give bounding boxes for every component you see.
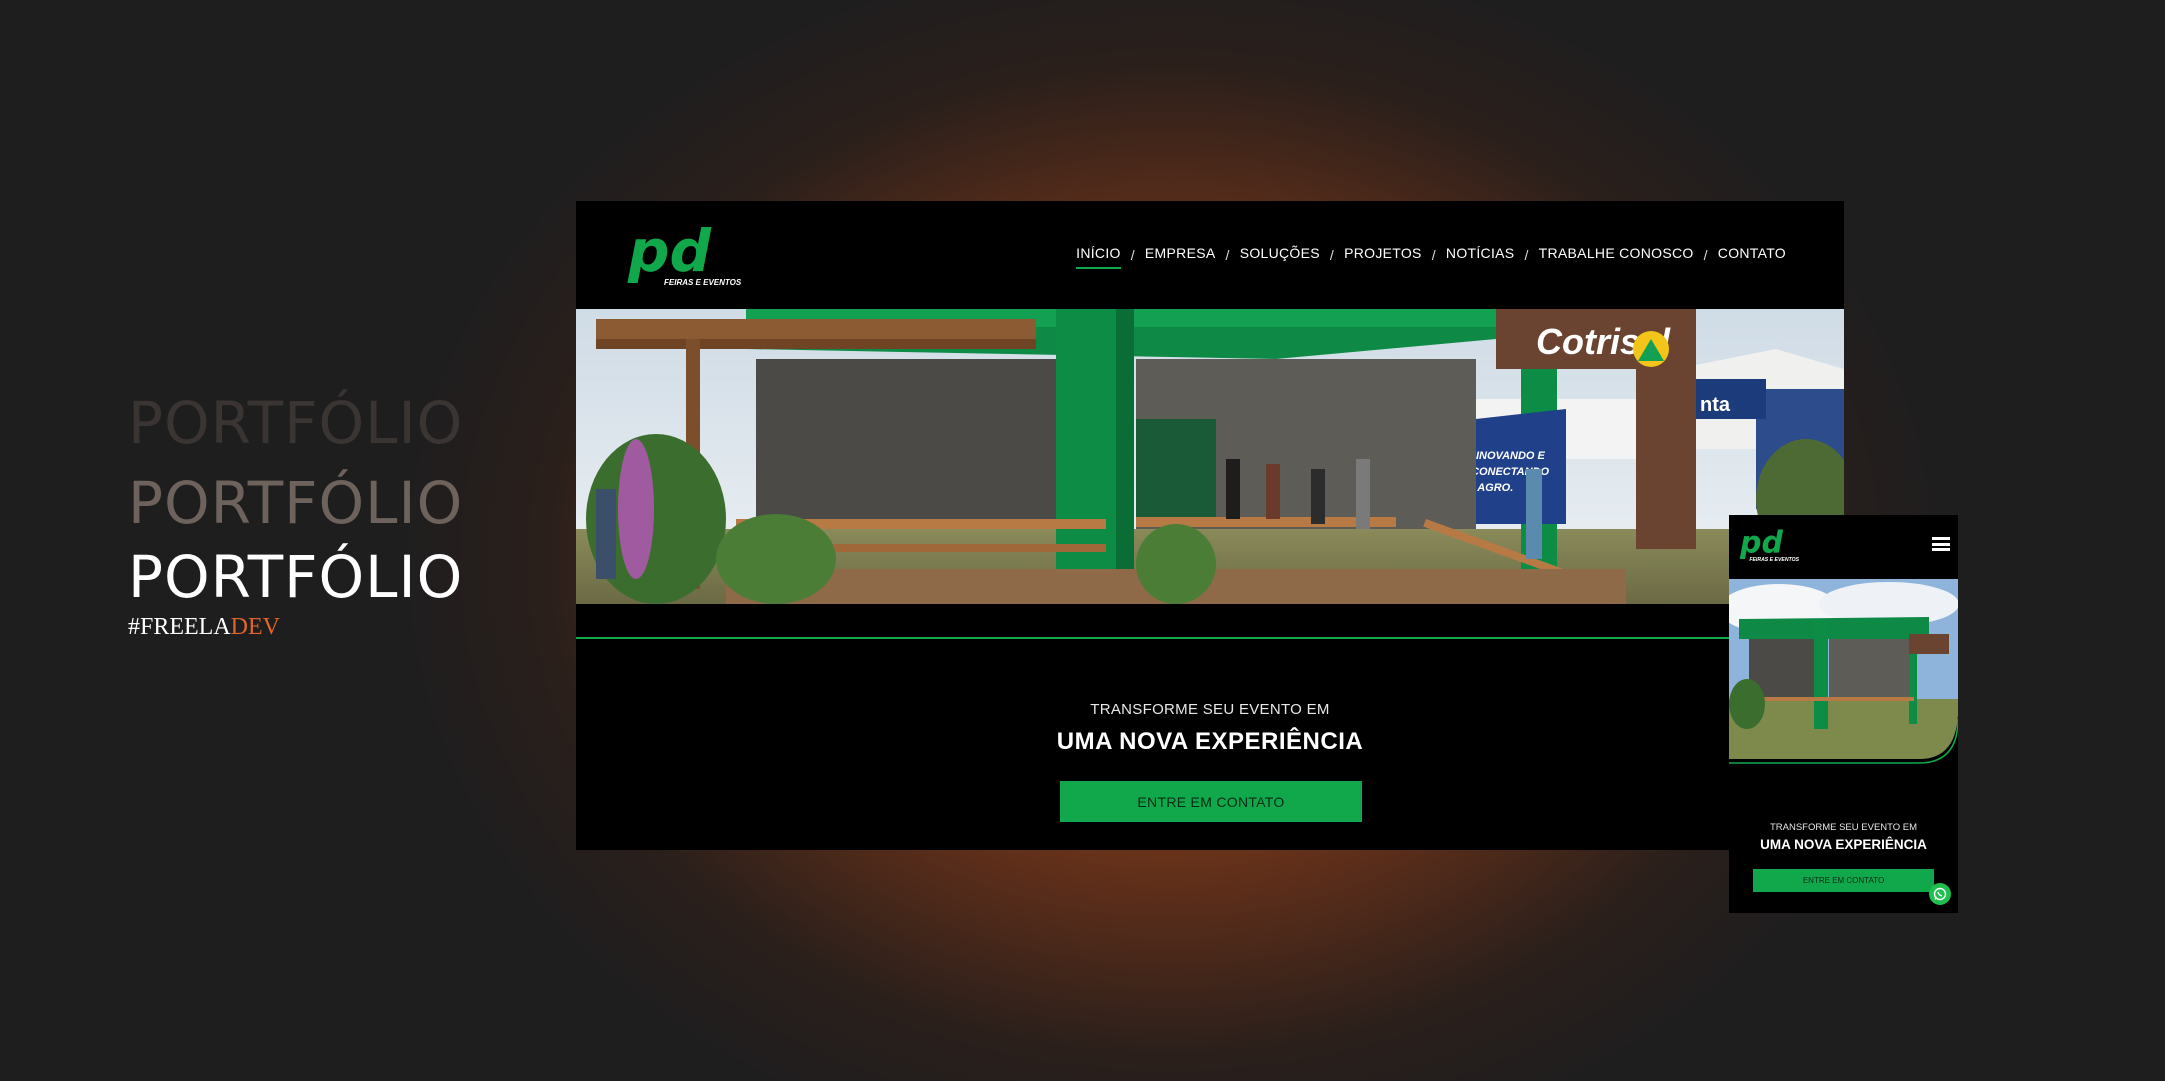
hero-headline: UMA NOVA EXPERIÊNCIA: [1056, 728, 1364, 755]
cta-section: TRANSFORME SEU EVENTO EM UMA NOVA EXPERI…: [576, 604, 1844, 850]
contact-button[interactable]: ENTRE EM CONTATO: [1060, 781, 1362, 822]
hero-image: synge nta Cotrisal INOVANDO E CONECT: [576, 309, 1844, 604]
mobile-contact-button[interactable]: ENTRE EM CONTATO: [1753, 869, 1934, 892]
mobile-logo-subtitle: FEIRAS E EVENTOS: [1749, 557, 1799, 563]
logo-mark: pd: [627, 223, 712, 285]
nav-separator: /: [1524, 247, 1529, 263]
nav-projetos[interactable]: PROJETOS: [1344, 245, 1422, 265]
nav-separator: /: [1329, 247, 1335, 263]
hamburger-menu-icon[interactable]: [1932, 537, 1950, 551]
nav-solucoes[interactable]: SOLUÇÕES: [1240, 245, 1320, 265]
nav-empresa[interactable]: EMPRESA: [1145, 245, 1216, 265]
whatsapp-icon[interactable]: [1929, 883, 1951, 905]
nav-inicio[interactable]: INÍCIO: [1076, 245, 1121, 269]
nav-contato[interactable]: CONTATO: [1718, 245, 1786, 265]
mobile-hero-headline: UMA NOVA EXPERIÊNCIA: [1760, 837, 1927, 852]
nav-separator: /: [1703, 247, 1708, 263]
portfolio-title: PORTFÓLIO: [128, 543, 464, 611]
portfolio-title-faded: PORTFÓLIO: [128, 389, 464, 457]
main-nav: INÍCIO / EMPRESA / SOLUÇÕES / PROJETOS /…: [1076, 245, 1786, 269]
mobile-hero-image: [1729, 579, 1958, 775]
nav-separator: /: [1431, 247, 1436, 263]
nav-separator: /: [1130, 247, 1135, 263]
mobile-logo-mark: pd: [1739, 527, 1783, 561]
desktop-mockup: pd FEIRAS E EVENTOS INÍCIO / EMPRESA / S…: [576, 201, 1844, 850]
banner-line1: INOVANDO E: [1476, 450, 1546, 462]
freeladev-tag: #FREELADEV: [128, 614, 280, 641]
tag-suffix: DEV: [230, 614, 280, 640]
mobile-mockup: pd FEIRAS E EVENTOS TRANSFORME SEU EVENT…: [1729, 515, 1958, 913]
side-sign: nta: [1700, 394, 1731, 416]
nav-noticias[interactable]: NOTÍCIAS: [1446, 245, 1515, 265]
mobile-pd-logo[interactable]: pd FEIRAS E EVENTOS: [1739, 526, 1801, 565]
nav-trabalhe-conosco[interactable]: TRABALHE CONOSCO: [1539, 245, 1694, 265]
portfolio-title-mid: PORTFÓLIO: [128, 469, 464, 537]
nav-separator: /: [1225, 247, 1230, 263]
pd-logo[interactable]: pd FEIRAS E EVENTOS: [626, 217, 746, 293]
mobile-hero-subtitle: TRANSFORME SEU EVENTO EM: [1769, 822, 1918, 833]
tag-prefix: #FREELA: [128, 614, 231, 640]
site-header: pd FEIRAS E EVENTOS INÍCIO / EMPRESA / S…: [576, 201, 1844, 309]
hero-subtitle: TRANSFORME SEU EVENTO EM: [1090, 701, 1330, 718]
logo-subtitle: FEIRAS E EVENTOS: [664, 278, 742, 287]
